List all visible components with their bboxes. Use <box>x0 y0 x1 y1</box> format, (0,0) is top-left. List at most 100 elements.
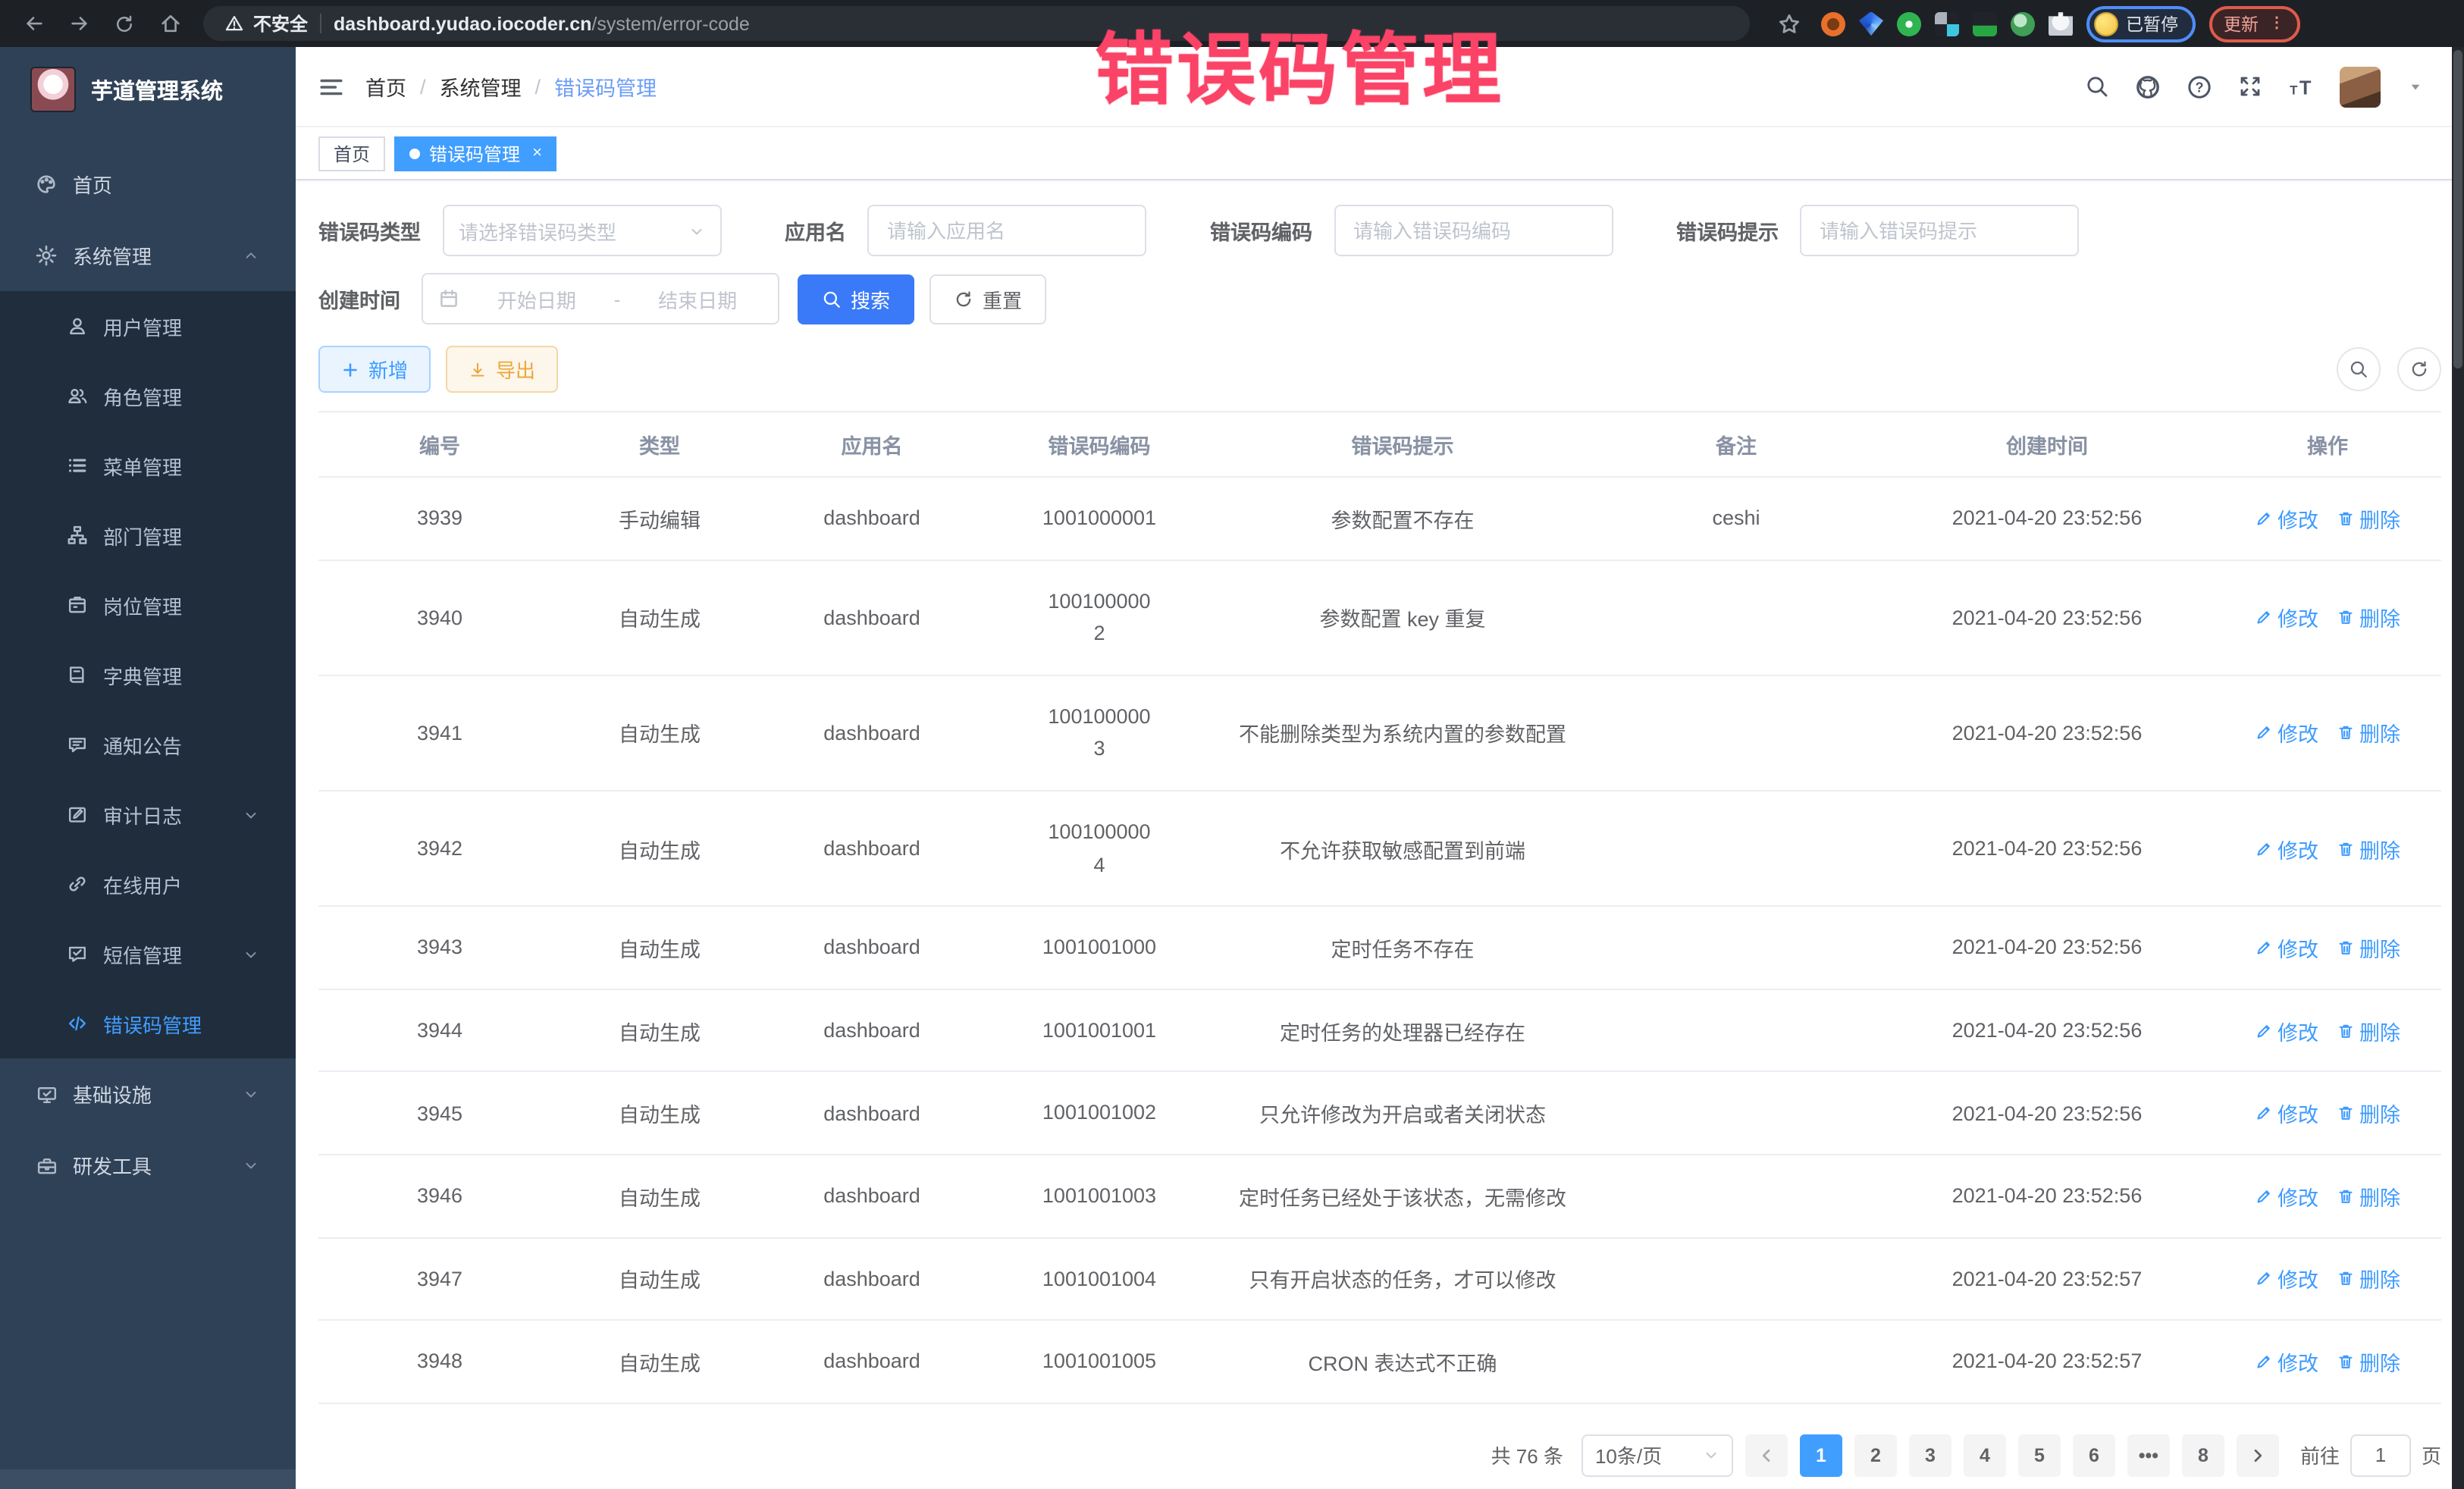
edit-link[interactable]: 修改 <box>2255 1098 2318 1128</box>
sidebar-item-菜单管理[interactable]: 菜单管理 <box>0 431 296 500</box>
page-button-3[interactable]: 3 <box>1909 1434 1951 1476</box>
scrollbar-thumb[interactable] <box>2453 50 2462 368</box>
delete-link[interactable]: 删除 <box>2337 503 2400 534</box>
delete-link[interactable]: 删除 <box>2337 1264 2400 1294</box>
hamburger-icon[interactable] <box>318 74 344 99</box>
filter-input[interactable] <box>884 218 1130 243</box>
filter-input[interactable] <box>1817 218 2062 243</box>
browser-forward-icon[interactable] <box>61 5 97 42</box>
extension-orange-icon[interactable] <box>1821 11 1845 36</box>
user-avatar[interactable] <box>2340 66 2381 107</box>
sidebar-item-错误码管理[interactable]: 错误码管理 <box>0 989 296 1058</box>
extension-on-icon[interactable] <box>1973 11 1997 36</box>
sidebar-item-基础设施[interactable]: 基础设施 <box>0 1058 296 1130</box>
page-button-1[interactable]: 1 <box>1800 1434 1842 1476</box>
delete-label: 删除 <box>2359 1180 2400 1211</box>
page-button-8[interactable]: 8 <box>2182 1434 2224 1476</box>
window-scrollbar[interactable] <box>2452 47 2464 1489</box>
delete-link[interactable]: 删除 <box>2337 1346 2400 1377</box>
filter-select[interactable]: 请选择错误码类型 <box>442 205 721 256</box>
delete-link[interactable]: 删除 <box>2337 833 2400 864</box>
update-label: 更新 <box>2224 11 2259 36</box>
add-button[interactable]: 新增 <box>318 346 431 393</box>
search-button[interactable]: 搜索 <box>798 274 914 324</box>
sidebar-item-通知公告[interactable]: 通知公告 <box>0 710 296 779</box>
tab-bar: 首页错误码管理× <box>296 127 2464 180</box>
edit-link[interactable]: 修改 <box>2255 933 2318 963</box>
sidebar-item-审计日志[interactable]: 审计日志 <box>0 779 296 849</box>
sidebar-item-研发工具[interactable]: 研发工具 <box>0 1130 296 1201</box>
page-size-select[interactable]: 10条/页 <box>1582 1434 1733 1476</box>
reset-button[interactable]: 重置 <box>929 274 1046 324</box>
extension-green-icon[interactable] <box>1897 11 1921 36</box>
edit-label: 修改 <box>2277 1098 2318 1128</box>
help-icon[interactable]: ? <box>2187 74 2212 99</box>
browser-back-icon[interactable] <box>15 5 52 42</box>
edit-link[interactable]: 修改 <box>2255 718 2318 748</box>
page-button-6[interactable]: 6 <box>2073 1434 2115 1476</box>
tab-错误码管理[interactable]: 错误码管理× <box>394 136 557 171</box>
edit-link[interactable]: 修改 <box>2255 1015 2318 1045</box>
filter-label: 错误码提示 <box>1676 215 1779 246</box>
edit-link[interactable]: 修改 <box>2255 833 2318 864</box>
delete-link[interactable]: 删除 <box>2337 933 2400 963</box>
filter-input[interactable] <box>1350 218 1596 243</box>
browser-reload-icon[interactable] <box>106 5 143 42</box>
page-button-4[interactable]: 4 <box>1964 1434 2006 1476</box>
prev-page-button[interactable] <box>1745 1434 1788 1476</box>
delete-link[interactable]: 删除 <box>2337 1015 2400 1045</box>
page-button-2[interactable]: 2 <box>1854 1434 1897 1476</box>
fullscreen-icon[interactable] <box>2238 74 2262 99</box>
breadcrumb-home[interactable]: 首页 <box>365 71 406 102</box>
sidebar-item-系统管理[interactable]: 系统管理 <box>0 220 296 291</box>
extension-grid-icon[interactable] <box>1935 11 1959 36</box>
chevron-down-icon[interactable] <box>2406 77 2425 96</box>
edit-label: 修改 <box>2277 602 2318 632</box>
delete-link[interactable]: 删除 <box>2337 602 2400 632</box>
sidebar-item-用户管理[interactable]: 用户管理 <box>0 291 296 361</box>
extensions-puzzle-icon[interactable] <box>2049 11 2073 36</box>
next-page-button[interactable] <box>2237 1434 2279 1476</box>
extension-gem-icon[interactable] <box>1859 11 1883 36</box>
delete-link[interactable]: 删除 <box>2337 1180 2400 1211</box>
tab-首页[interactable]: 首页 <box>318 136 385 171</box>
cell-memo <box>1592 676 1880 791</box>
kebab-menu-icon[interactable]: ⋮ <box>2269 16 2284 31</box>
delete-link[interactable]: 删除 <box>2337 718 2400 748</box>
sidebar-item-首页[interactable]: 首页 <box>0 149 296 220</box>
date-range-picker[interactable]: 开始日期 - 结束日期 <box>422 273 779 324</box>
edit-link[interactable]: 修改 <box>2255 1346 2318 1377</box>
sidebar-item-字典管理[interactable]: 字典管理 <box>0 640 296 710</box>
browser-update-button[interactable]: 更新 ⋮ <box>2209 5 2299 42</box>
toggle-search-button[interactable] <box>2337 347 2381 391</box>
refresh-table-button[interactable] <box>2397 347 2441 391</box>
address-bar[interactable]: 不安全 dashboard.yudao.iocoder.cn/system/er… <box>203 6 1750 41</box>
page-button-5[interactable]: 5 <box>2018 1434 2061 1476</box>
edit-link[interactable]: 修改 <box>2255 1180 2318 1211</box>
sidebar-item-短信管理[interactable]: 短信管理 <box>0 919 296 989</box>
user-icon <box>65 315 88 337</box>
export-button[interactable]: 导出 <box>446 346 558 393</box>
sidebar-logo[interactable]: 芋道管理系统 <box>0 47 296 127</box>
delete-link[interactable]: 删除 <box>2337 1098 2400 1128</box>
edit-link[interactable]: 修改 <box>2255 503 2318 534</box>
edit-link[interactable]: 修改 <box>2255 1264 2318 1294</box>
edit-link[interactable]: 修改 <box>2255 602 2318 632</box>
more-pages-button[interactable]: ••• <box>2127 1434 2170 1476</box>
font-size-icon[interactable]: TT <box>2288 74 2314 99</box>
browser-home-icon[interactable] <box>152 5 188 42</box>
sidebar-item-在线用户[interactable]: 在线用户 <box>0 849 296 919</box>
search-icon[interactable] <box>2085 74 2109 99</box>
close-icon[interactable]: × <box>532 144 542 162</box>
sidebar-item-部门管理[interactable]: 部门管理 <box>0 500 296 570</box>
goto-page-input[interactable] <box>2350 1434 2411 1476</box>
sidebar-item-角色管理[interactable]: 角色管理 <box>0 361 296 431</box>
edit-label: 修改 <box>2277 503 2318 534</box>
breadcrumb-system[interactable]: 系统管理 <box>440 71 522 102</box>
security-indicator[interactable]: 不安全 <box>224 11 308 36</box>
extension-key-icon[interactable] <box>2011 11 2035 36</box>
bookmark-star-icon[interactable] <box>1771 5 1807 42</box>
github-icon[interactable] <box>2135 74 2161 99</box>
sidebar-item-岗位管理[interactable]: 岗位管理 <box>0 570 296 640</box>
profile-paused-chip[interactable]: 已暂停 <box>2086 5 2195 42</box>
